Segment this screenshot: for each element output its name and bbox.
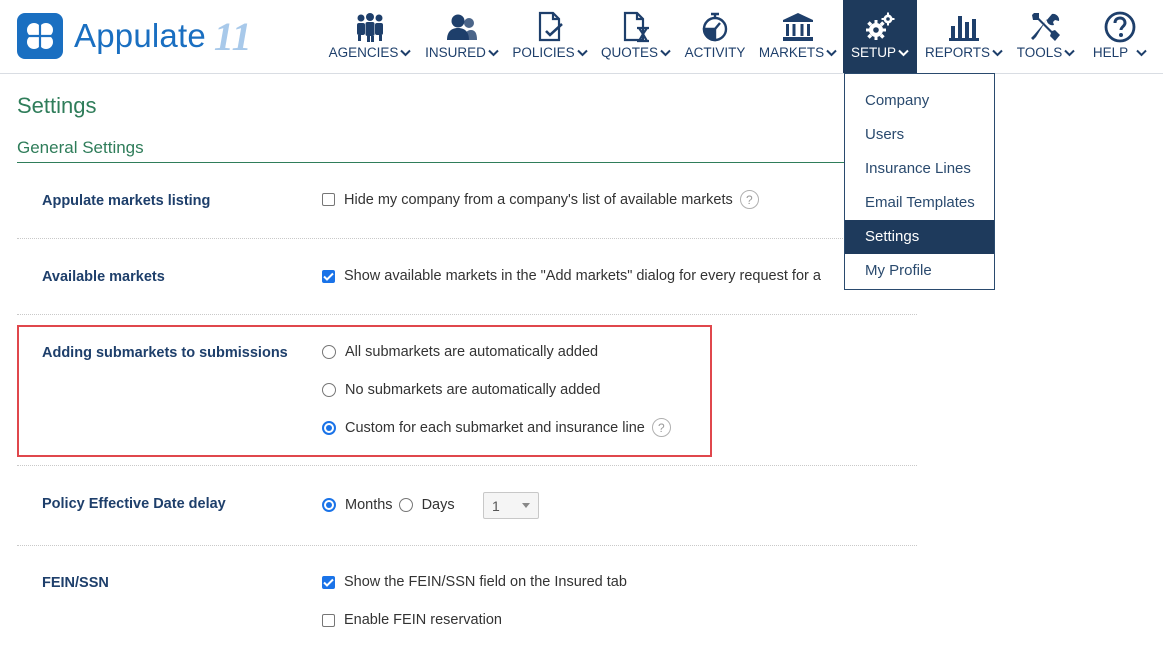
show-fein-text: Show the FEIN/SSN field on the Insured t… [344,574,627,590]
show-available-markets-checkbox[interactable] [322,269,335,283]
nav-tools-label: TOOLS [1016,45,1063,60]
brand-name: Appulate [74,17,206,54]
help-question-icon[interactable]: ? [651,418,671,437]
agencies-icon [354,11,386,43]
tools-icon [1030,11,1062,43]
chevron-down-icon [488,45,499,60]
nav-markets-label: MARKETS [758,45,825,60]
menu-item-company[interactable]: Company [845,84,994,118]
menu-item-insurance-lines[interactable]: Insurance Lines [845,152,994,186]
all-submarkets-radio[interactable] [322,345,336,359]
row-divider [17,314,917,316]
nav-agencies[interactable]: AGENCIES [326,0,414,73]
section-title: General Settings [17,138,144,157]
nav-reports-label: REPORTS [924,45,990,60]
chevron-down-icon [826,45,837,60]
help-question-icon[interactable]: ? [739,190,759,209]
quotes-icon [622,11,650,43]
submarkets-option-none: No submarkets are automatically added [322,382,601,398]
menu-item-email-templates[interactable]: Email Templates [845,186,994,220]
effective-date-label: Policy Effective Date delay [42,496,226,512]
dropdown-arrow-icon [522,503,530,508]
enable-fein-reservation-text: Enable FEIN reservation [344,612,502,628]
checkmark-icon [323,578,334,587]
row-divider [17,465,917,467]
nav-tools[interactable]: TOOLS [1013,0,1079,73]
no-submarkets-radio[interactable] [322,383,336,397]
chevron-down-icon [1136,45,1147,60]
nav-quotes-label: QUOTES [600,45,658,60]
gears-icon [864,11,896,43]
chevron-down-icon [660,45,671,60]
nav-insured-label: INSURED [425,45,486,60]
nav-agencies-label: AGENCIES [328,45,399,60]
hide-company-text: Hide my company from a company's list of… [344,191,733,208]
markets-listing-label: Appulate markets listing [42,193,211,209]
months-text: Months [345,497,393,513]
row-divider [17,545,917,547]
markets-icon [782,11,814,43]
chevron-down-icon [992,45,1003,60]
insured-icon [446,11,478,43]
nav-help-label: HELP [1092,45,1129,60]
effective-date-units: Months Days [322,497,455,513]
nav-setup-label: SETUP [850,45,896,60]
appulate-logo[interactable]: Appulate 11 [17,12,252,60]
all-submarkets-text: All submarkets are automatically added [345,344,599,360]
hide-company-checkbox[interactable] [322,193,335,206]
chevron-down-icon [1064,45,1075,60]
custom-submarkets-radio[interactable] [322,420,336,435]
submarkets-label: Adding submarkets to submissions [42,345,288,361]
no-submarkets-text: No submarkets are automatically added [345,382,601,398]
nav-reports[interactable]: REPORTS [922,0,1006,73]
nav-policies-label: POLICIES [512,45,575,60]
nav-setup[interactable]: SETUP [843,0,917,73]
top-header: Appulate 11 AGENCIES INSURED POLICIES QU… [0,0,1163,74]
custom-submarkets-text: Custom for each submarket and insurance … [345,419,645,436]
setup-dropdown-menu: Company Users Insurance Lines Email Temp… [844,73,995,290]
nav-quotes[interactable]: QUOTES [598,0,674,73]
brand-version: 11 [213,13,252,59]
menu-item-settings[interactable]: Settings [845,220,994,254]
fein-show-option: Show the FEIN/SSN field on the Insured t… [322,574,627,590]
row-divider [17,238,917,240]
nav-activity-label: ACTIVITY [684,45,746,60]
show-available-markets-text: Show available markets in the "Add marke… [344,268,821,284]
policies-icon [536,11,564,43]
delay-value-select[interactable]: 1 [483,492,539,519]
nav-markets[interactable]: MARKETS [756,0,840,73]
submarkets-option-all: All submarkets are automatically added [322,344,598,360]
fein-label: FEIN/SSN [42,575,109,591]
bar-chart-icon [948,11,980,43]
nav-policies[interactable]: POLICIES [510,0,590,73]
clover-logo-icon [17,13,63,59]
chevron-down-icon [400,45,412,60]
chevron-down-icon [898,45,909,60]
submarkets-option-custom: Custom for each submarket and insurance … [322,418,671,437]
show-fein-checkbox[interactable] [322,575,335,589]
menu-item-my-profile[interactable]: My Profile [845,254,994,288]
nav-activity[interactable]: ACTIVITY [682,0,748,73]
markets-listing-option: Hide my company from a company's list of… [322,190,759,209]
enable-fein-reservation-checkbox[interactable] [322,613,335,627]
fein-reserve-option: Enable FEIN reservation [322,612,502,628]
menu-item-users[interactable]: Users [845,118,994,152]
help-circle-icon [1104,11,1136,43]
nav-insured[interactable]: INSURED [422,0,502,73]
days-radio[interactable] [398,498,413,512]
chevron-down-icon [576,45,588,60]
activity-icon [700,11,730,43]
available-markets-label: Available markets [42,269,165,285]
days-text: Days [421,497,455,513]
section-divider [17,162,917,163]
delay-value: 1 [492,497,500,514]
checkmark-icon [323,272,334,281]
available-markets-option: Show available markets in the "Add marke… [322,268,821,284]
months-radio[interactable] [322,498,336,512]
nav-help[interactable]: HELP [1087,0,1153,73]
page-title: Settings [17,93,97,118]
